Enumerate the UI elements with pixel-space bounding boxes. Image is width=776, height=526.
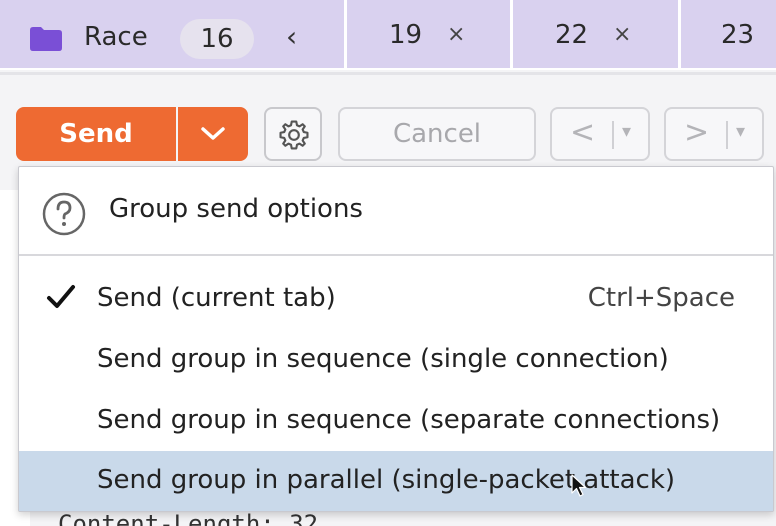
folder-icon (30, 27, 62, 51)
send-options-menu: Group send options Send (current tab) Ct… (18, 166, 774, 512)
gear-icon (279, 120, 309, 150)
tab-close-icon[interactable]: × (447, 22, 465, 47)
back-history-dropdown[interactable]: ▾ (622, 121, 631, 142)
menu-header-label: Group send options (109, 194, 363, 224)
tab-strip: Race 16 ‹ 19 × 22 × 23 (0, 0, 776, 70)
mouse-cursor-icon (571, 474, 587, 502)
button-separator (612, 121, 614, 149)
forward-arrow-icon: > (684, 115, 710, 150)
checkmark-icon (45, 281, 77, 317)
menu-item-label: Send group in sequence (single connectio… (97, 344, 669, 374)
send-options-dropdown-button[interactable] (178, 107, 248, 161)
menu-item-label: Send (current tab) (97, 283, 336, 313)
tab-count-badge: 16 (180, 19, 254, 59)
keyboard-shortcut: Ctrl+Space (587, 283, 735, 313)
back-arrow-icon: < (570, 115, 596, 150)
tab-label: 22 (555, 20, 589, 50)
tab-23[interactable]: 23 (678, 0, 776, 68)
menu-item-send-sequence-separate[interactable]: Send group in sequence (separate connect… (19, 391, 773, 449)
tab-19[interactable]: 19 × (344, 0, 510, 68)
history-forward-button[interactable]: > ▾ (664, 107, 764, 161)
menu-item-label: Send group in sequence (separate connect… (97, 405, 721, 435)
cancel-button[interactable]: Cancel (338, 107, 536, 161)
send-settings-button[interactable] (264, 107, 322, 161)
tab-strip-divider (0, 72, 776, 75)
tab-22[interactable]: 22 × (510, 0, 678, 68)
menu-item-send-current-tab[interactable]: Send (current tab) Ctrl+Space (19, 269, 773, 327)
tab-label: 19 (389, 20, 423, 50)
send-button[interactable]: Send (16, 107, 176, 161)
tab-group-label: Race (84, 22, 148, 52)
help-icon (41, 191, 87, 241)
menu-header[interactable]: Group send options (19, 167, 773, 253)
editor-partial-text: Content-Length: 32 (58, 510, 319, 526)
forward-history-dropdown[interactable]: ▾ (736, 121, 745, 142)
button-separator (726, 121, 728, 149)
menu-divider (19, 254, 773, 256)
menu-item-send-parallel[interactable]: Send group in parallel (single-packet at… (19, 451, 773, 511)
menu-item-send-sequence-single[interactable]: Send group in sequence (single connectio… (19, 330, 773, 388)
tab-close-icon[interactable]: × (613, 22, 631, 47)
tab-group-race[interactable]: Race 16 ‹ (0, 0, 344, 68)
collapse-group-chevron[interactable]: ‹ (286, 20, 297, 53)
menu-item-label: Send group in parallel (single-packet at… (97, 465, 676, 495)
history-back-button[interactable]: < ▾ (550, 107, 650, 161)
chevron-down-icon (201, 127, 225, 140)
tab-label: 23 (721, 20, 755, 50)
